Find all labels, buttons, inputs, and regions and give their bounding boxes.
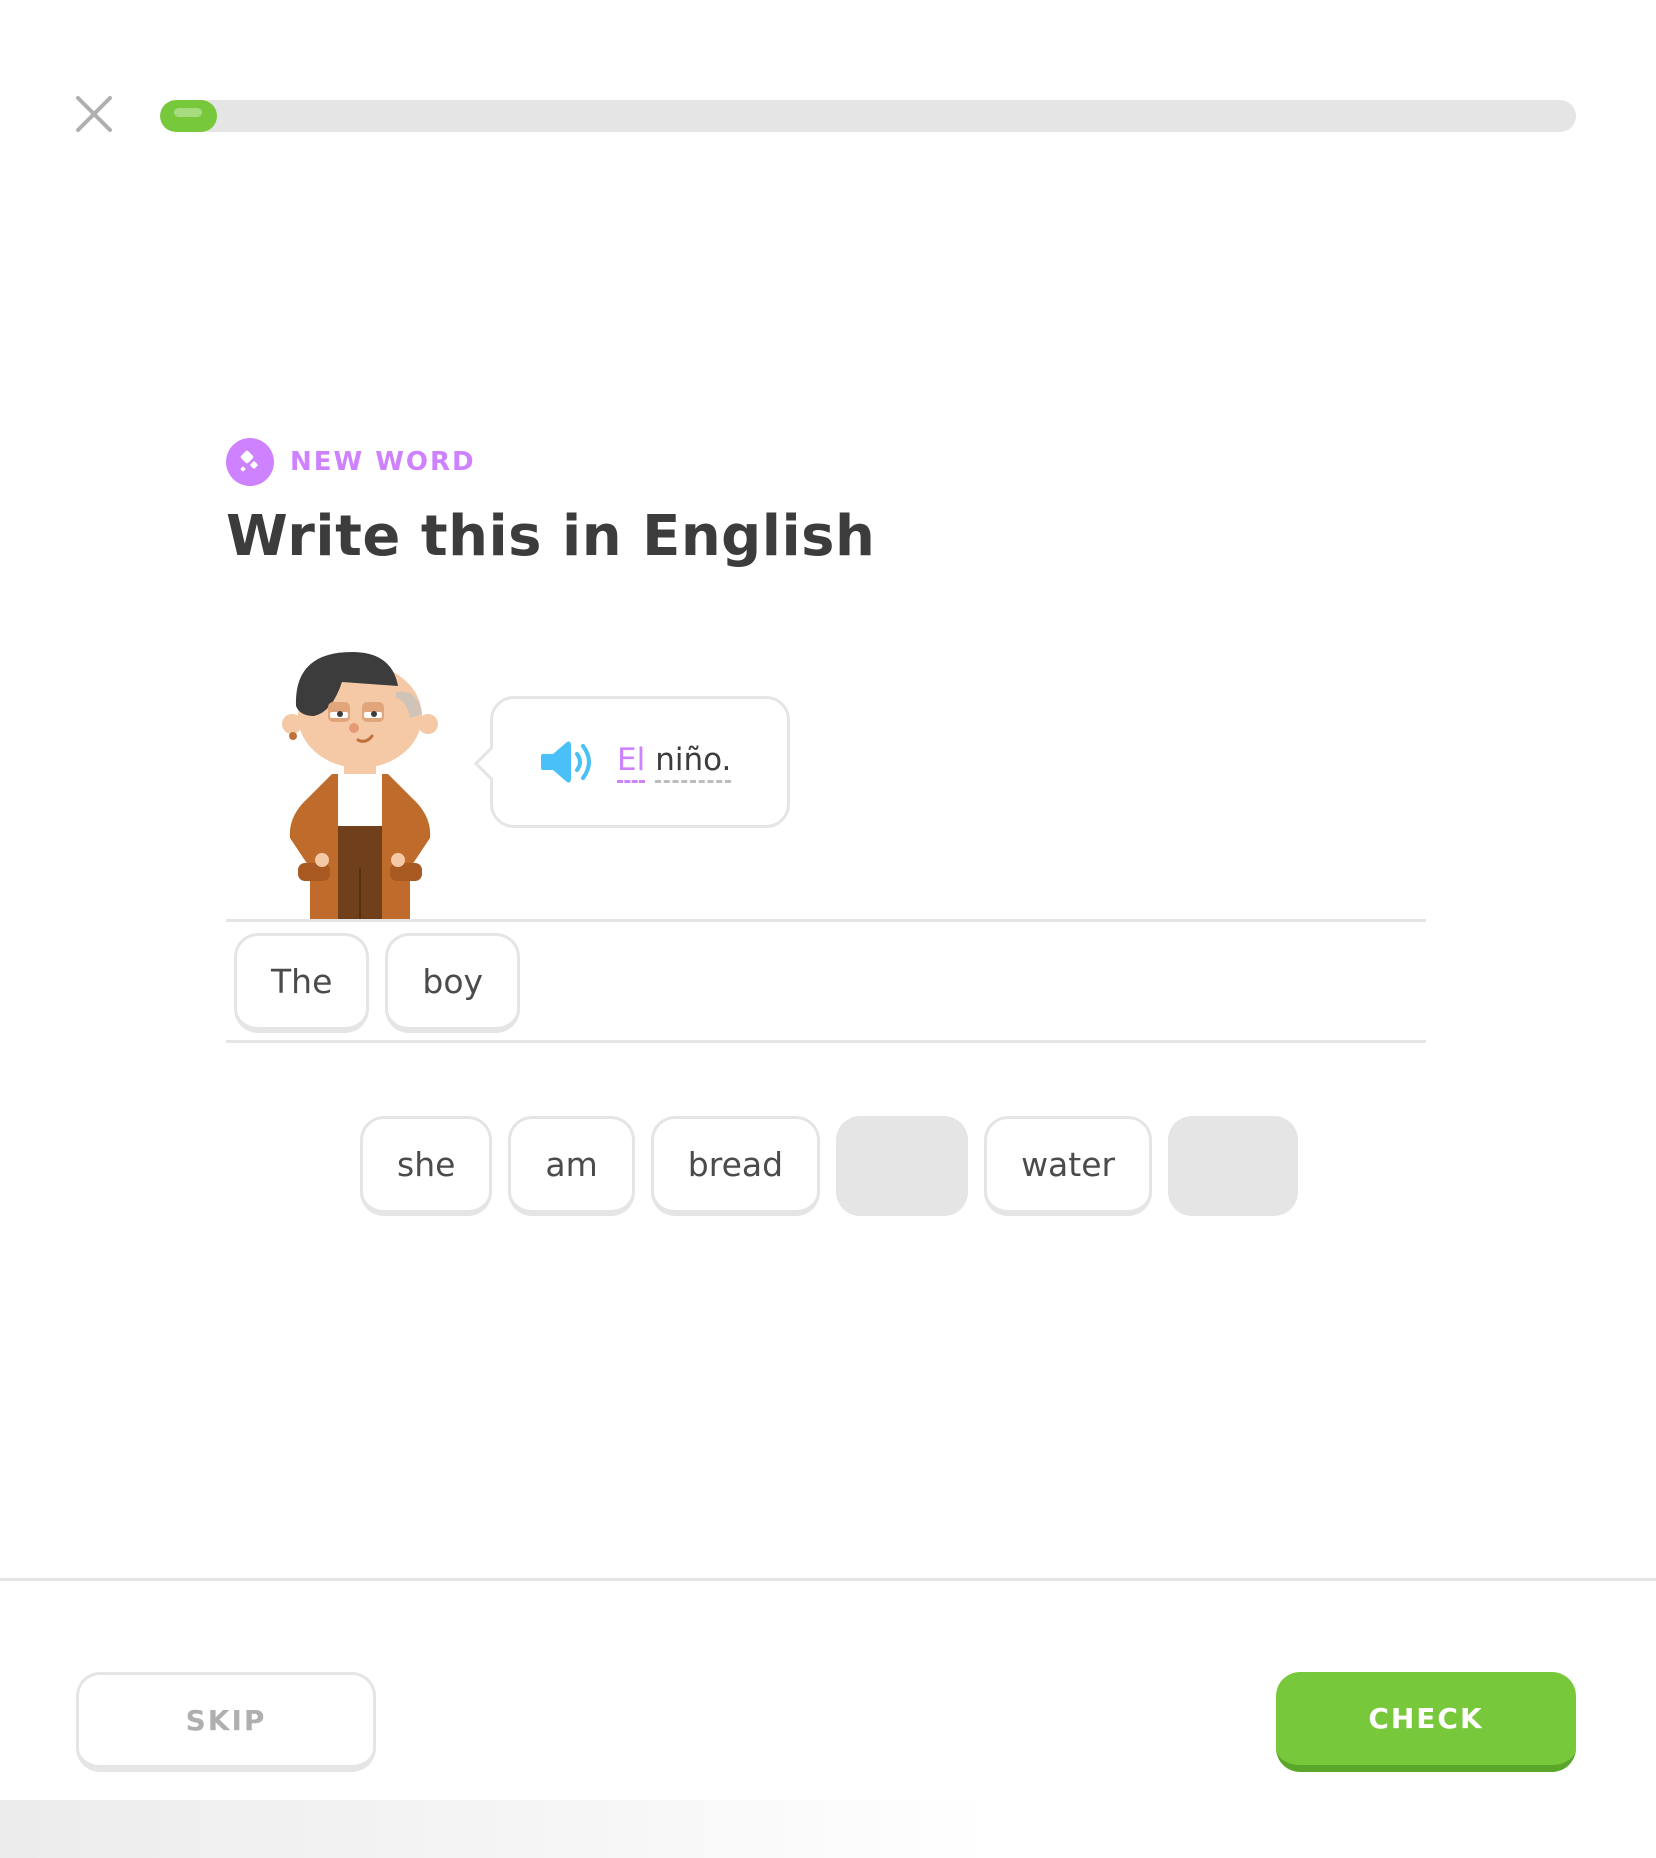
- close-button[interactable]: [70, 90, 118, 138]
- new-word-icon: [226, 438, 274, 486]
- selected-tile[interactable]: The: [234, 933, 370, 1033]
- answer-area: The boy: [226, 919, 1426, 1043]
- check-button[interactable]: CHECK: [1276, 1672, 1576, 1772]
- footer-divider: [0, 1578, 1656, 1581]
- speaker-icon: [541, 741, 591, 783]
- lesson-progress-bar: [160, 100, 1576, 132]
- word-bank-tile[interactable]: bread: [650, 1116, 821, 1216]
- word-bank-tile[interactable]: water: [984, 1116, 1153, 1216]
- answer-line-bottom: [226, 1040, 1426, 1043]
- word-bank-tile[interactable]: am: [508, 1116, 635, 1216]
- prompt-word-new[interactable]: El: [617, 742, 646, 783]
- word-bank-tile[interactable]: she: [360, 1116, 493, 1216]
- speech-bubble: El niño.: [490, 696, 790, 828]
- word-bank-used-slot: [1168, 1116, 1299, 1216]
- prompt-word[interactable]: niño.: [655, 742, 732, 783]
- play-audio-button[interactable]: [539, 738, 599, 786]
- new-word-label: NEW WORD: [290, 447, 476, 477]
- character-illustration: [270, 648, 450, 920]
- selected-tiles: The boy: [234, 933, 521, 1033]
- word-bank: she am bread water: [360, 1116, 1299, 1216]
- lesson-progress-fill: [160, 100, 217, 132]
- bottom-fade: [0, 1800, 1656, 1858]
- word-bank-used-slot: [836, 1116, 969, 1216]
- skip-button[interactable]: SKIP: [76, 1672, 376, 1772]
- close-icon: [76, 96, 112, 132]
- challenge-title: Write this in English: [226, 504, 876, 569]
- selected-tile[interactable]: boy: [385, 933, 521, 1033]
- prompt-sentence: El niño.: [617, 742, 732, 783]
- new-word-badge: NEW WORD: [226, 438, 476, 486]
- answer-line-top: [226, 919, 1426, 922]
